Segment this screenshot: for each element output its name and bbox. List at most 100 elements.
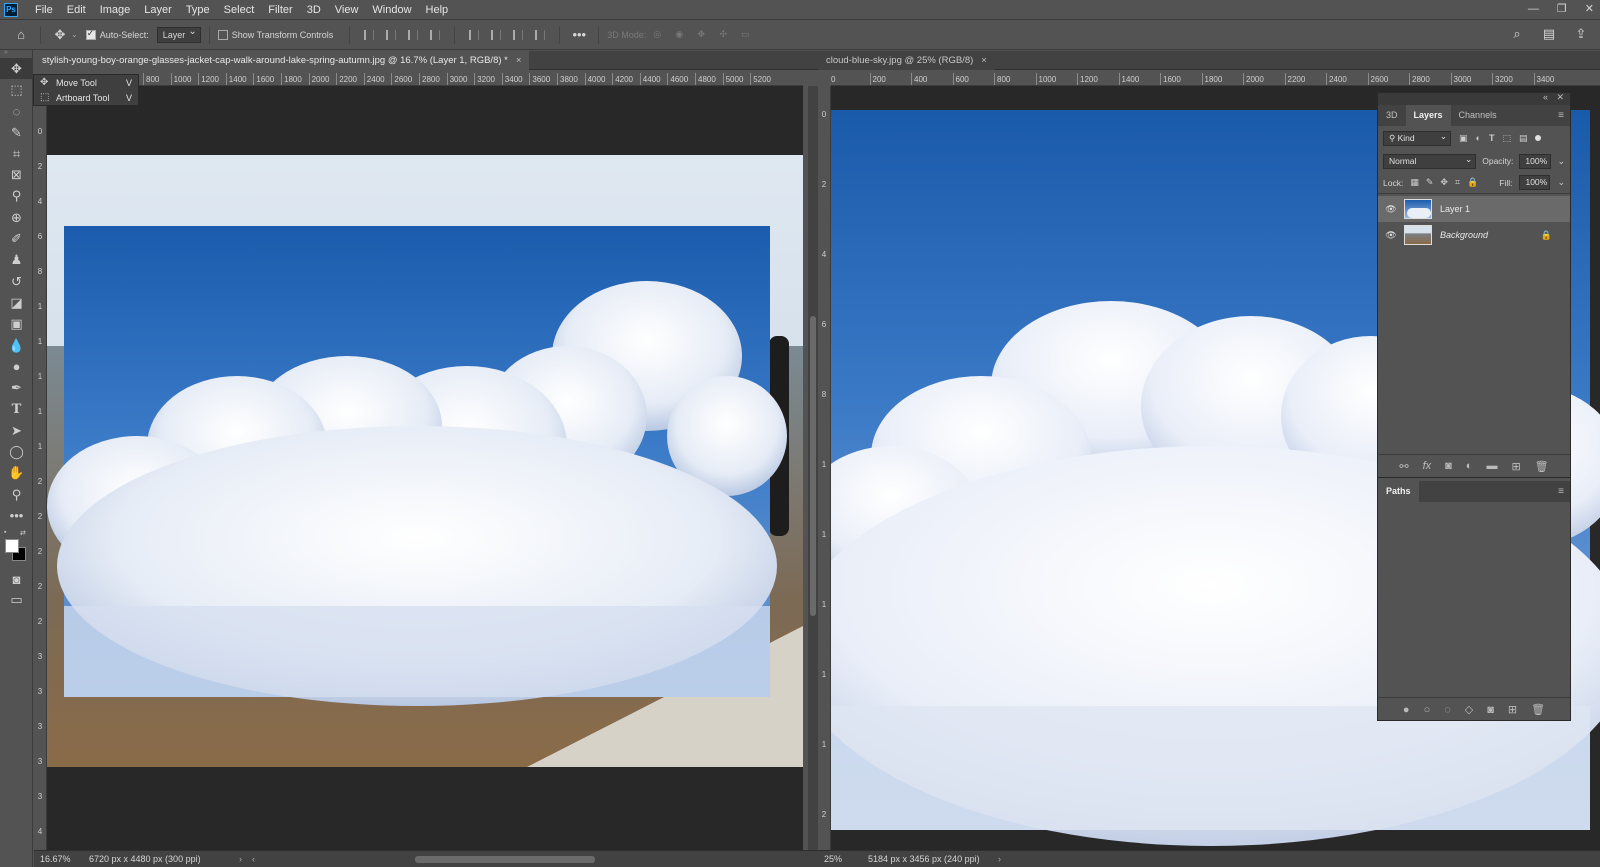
- brush-tool-icon[interactable]: ✐: [0, 228, 33, 249]
- collapse-panel-icon[interactable]: «: [1543, 92, 1548, 102]
- foreground-color-swatch[interactable]: [5, 538, 19, 553]
- layer-style-fx-icon[interactable]: fx: [1423, 460, 1432, 472]
- screen-mode-icon[interactable]: ▭: [0, 590, 33, 611]
- menu-edit[interactable]: Edit: [60, 0, 93, 20]
- filter-smart-object-icon[interactable]: ▤: [1519, 133, 1528, 144]
- eyedropper-tool-icon[interactable]: ⚲: [0, 186, 33, 207]
- flyout-move-tool[interactable]: ✥ Move Tool V: [34, 75, 138, 90]
- dodge-tool-icon[interactable]: ●: [0, 356, 33, 377]
- new-path-icon[interactable]: ⊞: [1508, 703, 1517, 716]
- menu-type[interactable]: Type: [179, 0, 217, 20]
- new-group-icon[interactable]: ▬: [1486, 460, 1497, 472]
- stamp-tool-icon[interactable]: ♟: [0, 250, 33, 271]
- 3d-camera-icon[interactable]: ▭: [734, 29, 756, 40]
- panel-menu-icon[interactable]: ≡: [1558, 486, 1564, 497]
- distribute-vertical-icon[interactable]: [430, 29, 441, 40]
- menu-image[interactable]: Image: [93, 0, 138, 20]
- lock-artboard-icon[interactable]: ⌗: [1455, 177, 1460, 188]
- stroke-path-icon[interactable]: ○: [1424, 704, 1431, 716]
- lock-all-icon[interactable]: 🔒: [1467, 177, 1478, 188]
- tab-paths[interactable]: Paths: [1378, 481, 1419, 502]
- layer-name[interactable]: Background: [1440, 230, 1488, 240]
- align-bottom-icon[interactable]: [513, 29, 524, 40]
- marquee-tool-icon[interactable]: ⬚: [0, 79, 33, 100]
- show-transform-checkbox[interactable]: [217, 29, 228, 40]
- lasso-tool-icon[interactable]: ◌: [0, 101, 33, 122]
- menu-layer[interactable]: Layer: [137, 0, 179, 20]
- distribute-horizontal-icon[interactable]: [535, 29, 546, 40]
- chevron-down-icon[interactable]: ⌄: [1557, 177, 1565, 188]
- quick-mask-icon[interactable]: ◙: [0, 569, 33, 590]
- menu-view[interactable]: View: [328, 0, 366, 20]
- add-mask-icon[interactable]: ◙: [1487, 704, 1494, 716]
- tab-layers[interactable]: Layers: [1405, 105, 1451, 126]
- close-tab-icon[interactable]: ×: [516, 55, 522, 66]
- 3d-roll-icon[interactable]: ◉: [668, 29, 690, 40]
- fill-path-icon[interactable]: ●: [1403, 704, 1410, 716]
- more-options-icon[interactable]: •••: [568, 27, 590, 42]
- filter-toggle[interactable]: [1535, 135, 1542, 141]
- move-tool-icon[interactable]: ✥: [0, 58, 33, 80]
- load-selection-icon[interactable]: ◌: [1444, 704, 1451, 716]
- menu-help[interactable]: Help: [419, 0, 456, 20]
- restore-button[interactable]: ❐: [1557, 0, 1567, 18]
- right-zoom-level[interactable]: 25%: [818, 854, 868, 864]
- left-horizontal-scroll-thumb[interactable]: [415, 855, 595, 863]
- align-top-icon[interactable]: [469, 29, 480, 40]
- new-layer-icon[interactable]: ⊞: [1511, 460, 1520, 473]
- auto-select-checkbox[interactable]: [85, 28, 96, 40]
- gradient-tool-icon[interactable]: ▣: [0, 314, 33, 335]
- fill-input[interactable]: 100%: [1519, 175, 1551, 190]
- align-left-icon[interactable]: [364, 29, 375, 40]
- search-icon[interactable]: ⌕: [1506, 26, 1528, 42]
- left-scroll-thumb[interactable]: [810, 316, 816, 616]
- 3d-pan-icon[interactable]: ✥: [690, 29, 712, 40]
- filter-type-icon[interactable]: T: [1489, 133, 1495, 143]
- delete-path-icon[interactable]: 🗑: [1531, 703, 1545, 716]
- visibility-eye-icon[interactable]: 👁: [1378, 230, 1404, 241]
- blend-mode-dropdown[interactable]: Normal ⌄: [1383, 153, 1477, 169]
- hand-tool-icon[interactable]: ✋: [0, 463, 33, 484]
- filter-adjustment-icon[interactable]: ◐: [1476, 133, 1481, 143]
- align-middle-icon[interactable]: [491, 29, 502, 40]
- layer-name[interactable]: Layer 1: [1440, 204, 1470, 214]
- lock-transparent-icon[interactable]: ▦: [1410, 177, 1419, 188]
- panel-header[interactable]: « ✕: [1378, 92, 1570, 105]
- panel-menu-icon[interactable]: ≡: [1558, 110, 1564, 121]
- filter-pixel-icon[interactable]: ▣: [1459, 133, 1468, 144]
- delete-layer-icon[interactable]: 🗑: [1535, 460, 1549, 473]
- align-center-icon[interactable]: [386, 29, 397, 40]
- move-tool-preset-icon[interactable]: ✥: [49, 27, 71, 43]
- menu-window[interactable]: Window: [365, 0, 418, 20]
- quick-select-tool-icon[interactable]: ✎: [0, 122, 33, 143]
- visibility-eye-icon[interactable]: 👁: [1378, 204, 1404, 215]
- auto-select-target-dropdown[interactable]: Layer: [156, 25, 201, 43]
- menu-file[interactable]: File: [28, 0, 60, 20]
- left-zoom-level[interactable]: 16.67%: [34, 854, 89, 864]
- menu-select[interactable]: Select: [217, 0, 262, 20]
- 3d-orbit-icon[interactable]: ◎: [646, 29, 668, 40]
- tab-3d[interactable]: 3D: [1378, 105, 1406, 126]
- zoom-tool-icon[interactable]: ⚲: [0, 484, 33, 505]
- share-icon[interactable]: ⇪: [1570, 26, 1592, 42]
- link-layers-icon[interactable]: ⚯: [1399, 460, 1408, 473]
- tab-channels[interactable]: Channels: [1451, 105, 1505, 126]
- menu-3d[interactable]: 3D: [300, 0, 328, 20]
- flyout-artboard-tool[interactable]: ⬚ Artboard Tool V: [34, 90, 138, 105]
- close-window-button[interactable]: ✕: [1585, 0, 1594, 18]
- chevron-down-icon[interactable]: ⌄: [1557, 156, 1565, 167]
- blur-tool-icon[interactable]: 💧: [0, 335, 33, 356]
- healing-tool-icon[interactable]: ⊕: [0, 207, 33, 228]
- left-doc-tab[interactable]: stylish-young-boy-orange-glasses-jacket-…: [34, 51, 530, 70]
- close-tab-icon[interactable]: ×: [981, 55, 987, 66]
- lock-icon[interactable]: 🔒: [1541, 230, 1552, 241]
- left-canvas[interactable]: [47, 86, 803, 855]
- add-mask-icon[interactable]: ◙: [1445, 460, 1452, 472]
- chevron-left-icon[interactable]: ‹: [252, 854, 255, 864]
- workspace-icon[interactable]: ▤: [1538, 26, 1560, 42]
- chevron-right-icon[interactable]: ›: [239, 854, 242, 864]
- color-swatches[interactable]: ▪ ⇄: [0, 527, 32, 569]
- lock-image-icon[interactable]: ✎: [1426, 177, 1434, 188]
- left-vertical-scrollbar[interactable]: [808, 86, 818, 855]
- crop-tool-icon[interactable]: ⌗: [0, 143, 33, 164]
